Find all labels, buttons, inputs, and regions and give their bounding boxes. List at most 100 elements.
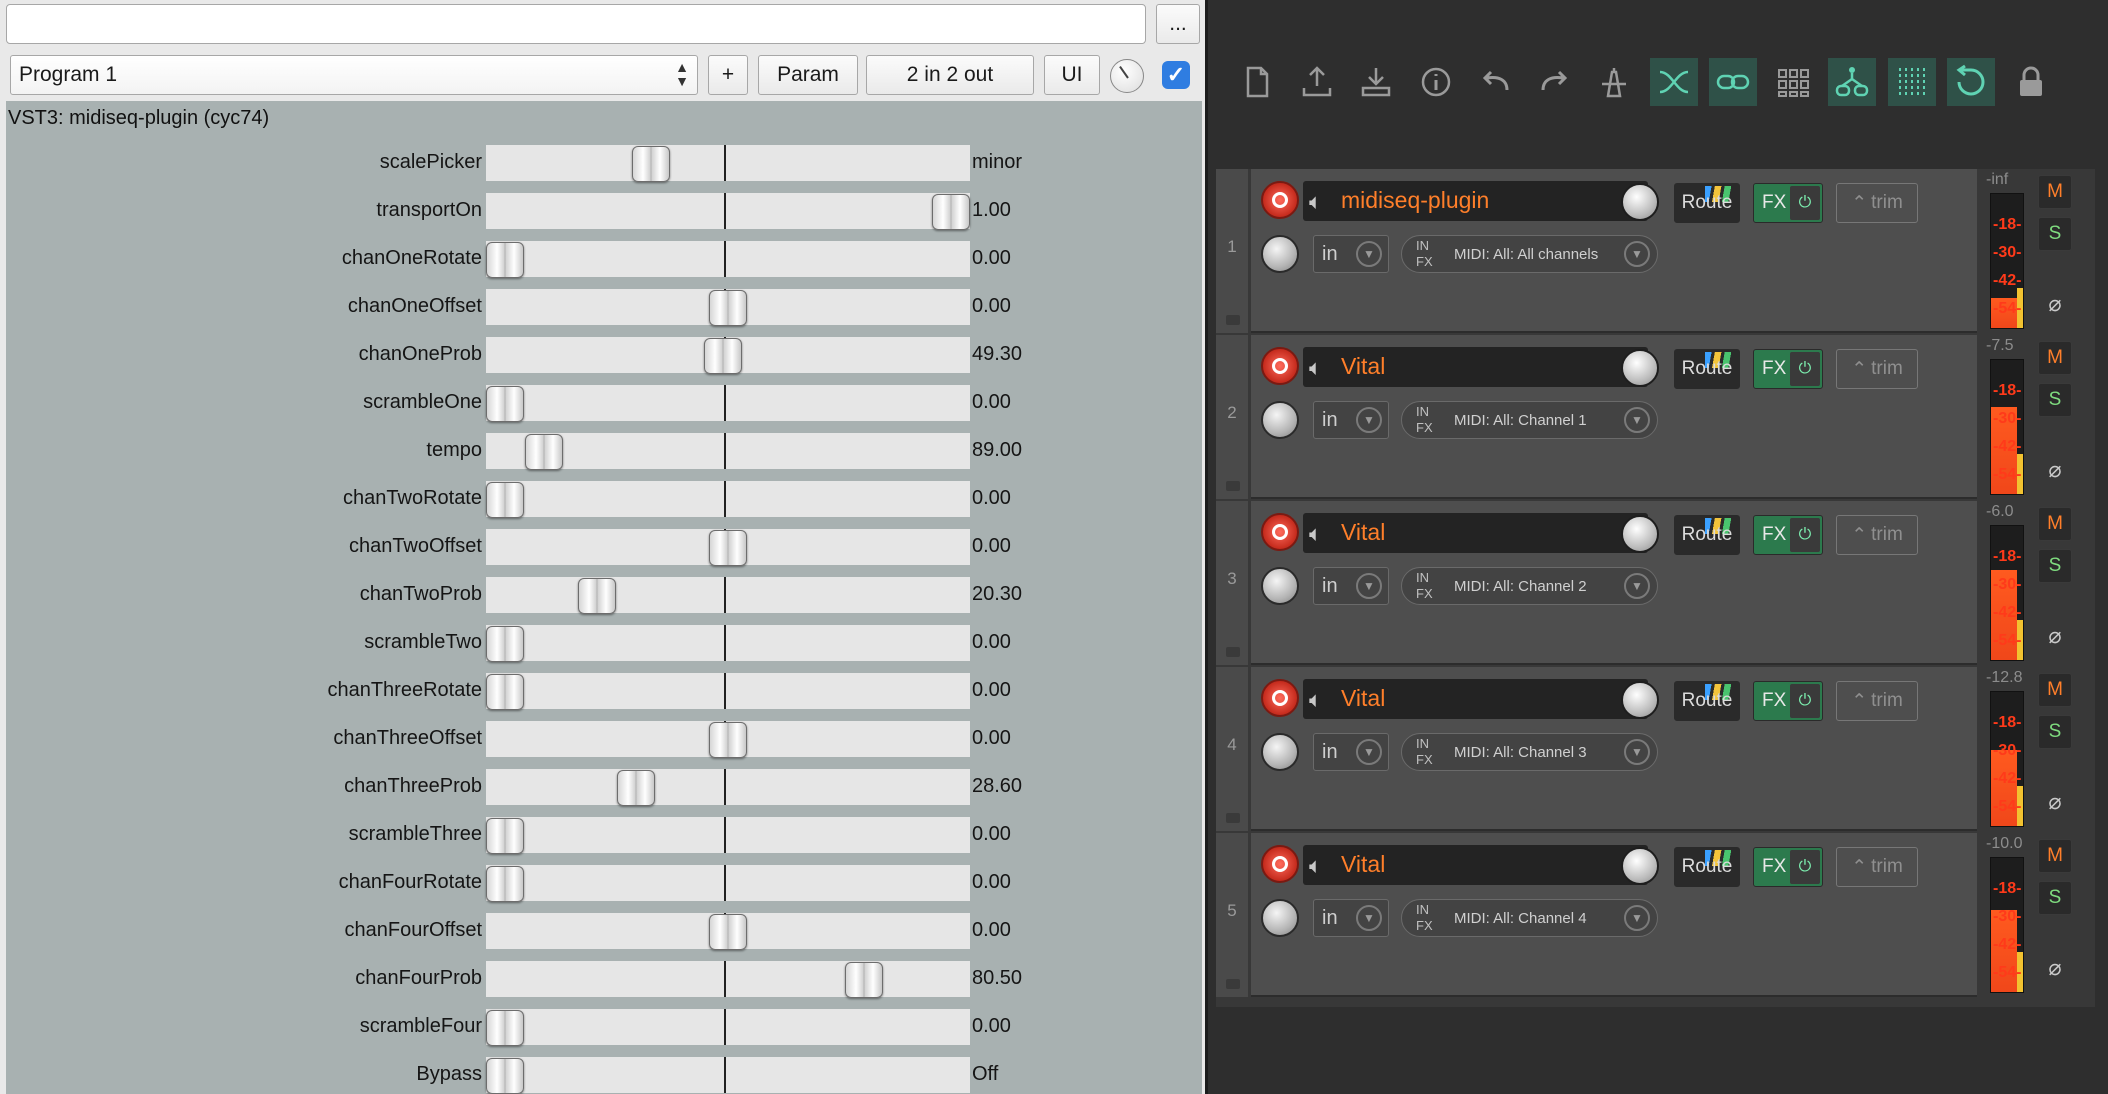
param-slider-handle[interactable]: [486, 1010, 525, 1046]
volume-knob[interactable]: [1621, 349, 1659, 387]
fx-power-icon[interactable]: ⏻︎: [1790, 352, 1820, 386]
param-slider-handle[interactable]: [486, 674, 525, 710]
speaker-icon[interactable]: 🔈︎: [1309, 189, 1322, 215]
folder-icon[interactable]: [1226, 481, 1240, 491]
routing-button[interactable]: [1828, 58, 1876, 106]
mute-button[interactable]: M: [2038, 507, 2072, 541]
midi-input-select[interactable]: IN FX MIDI: All: Channel 3 ▼: [1401, 733, 1658, 771]
fx-button[interactable]: FX ⏻︎: [1753, 847, 1823, 887]
param-slider[interactable]: [486, 817, 970, 854]
midi-input-select[interactable]: IN FX MIDI: All: Channel 4 ▼: [1401, 899, 1658, 937]
param-slider-handle[interactable]: [486, 242, 525, 278]
param-button[interactable]: Param: [758, 55, 858, 95]
param-slider[interactable]: [486, 529, 970, 566]
param-slider[interactable]: [486, 865, 970, 902]
folder-icon[interactable]: [1226, 315, 1240, 325]
param-slider[interactable]: [486, 673, 970, 710]
param-slider[interactable]: [486, 385, 970, 422]
io-config-button[interactable]: 2 in 2 out: [866, 55, 1034, 95]
fx-button[interactable]: FX ⏻︎: [1753, 349, 1823, 389]
info-button[interactable]: [1412, 58, 1460, 106]
record-arm-button[interactable]: [1261, 679, 1299, 717]
param-slider[interactable]: [486, 1057, 970, 1094]
pan-knob[interactable]: [1261, 899, 1299, 937]
mute-button[interactable]: M: [2038, 341, 2072, 375]
input-select[interactable]: in ▼: [1313, 567, 1389, 605]
level-meter[interactable]: -10.0 -18- -30- -42- -54-: [1982, 833, 2026, 997]
volume-knob[interactable]: [1621, 515, 1659, 553]
route-button[interactable]: Route: [1674, 847, 1740, 887]
track-name-field[interactable]: 🔈︎ Vital: [1303, 845, 1648, 885]
fx-power-icon[interactable]: ⏻︎: [1790, 186, 1820, 220]
midi-input-select[interactable]: IN FX MIDI: All: All channels ▼: [1401, 235, 1658, 273]
volume-knob[interactable]: [1621, 681, 1659, 719]
param-slider-handle[interactable]: [704, 338, 743, 374]
param-slider[interactable]: [486, 193, 970, 230]
crossfade-button[interactable]: [1649, 58, 1698, 106]
pan-knob[interactable]: [1261, 733, 1299, 771]
track-name-field[interactable]: 🔈︎ midiseq-plugin: [1303, 181, 1648, 221]
solo-button[interactable]: S: [2038, 881, 2072, 915]
track-row[interactable]: 1 🔈︎ midiseq-plugin Route FX ⏻︎ ⌃ trim in ▼ IN FX M…: [1216, 169, 2095, 335]
record-arm-button[interactable]: [1261, 181, 1299, 219]
param-slider-handle[interactable]: [709, 530, 747, 566]
metronome-button[interactable]: [1590, 58, 1638, 106]
redo-button[interactable]: [1531, 58, 1579, 106]
solo-button[interactable]: S: [2038, 217, 2072, 251]
param-slider-handle[interactable]: [486, 626, 525, 662]
level-meter[interactable]: -7.5 -18- -30- -42- -54-: [1982, 335, 2026, 499]
track-number-column[interactable]: 2: [1216, 335, 1248, 499]
trim-button[interactable]: ⌃ trim: [1836, 349, 1918, 389]
snap-grid-button[interactable]: [1887, 58, 1936, 106]
volume-knob[interactable]: [1621, 183, 1659, 221]
pan-knob[interactable]: [1261, 235, 1299, 273]
record-arm-button[interactable]: [1261, 513, 1299, 551]
track-row[interactable]: 4 🔈︎ Vital Route FX ⏻︎ ⌃ trim in ▼ IN FX MIDI: All:…: [1216, 667, 2095, 833]
undo-button[interactable]: [1471, 58, 1519, 106]
input-select[interactable]: in ▼: [1313, 401, 1389, 439]
input-select[interactable]: in ▼: [1313, 899, 1389, 937]
mute-button[interactable]: M: [2038, 175, 2072, 209]
midi-input-select[interactable]: IN FX MIDI: All: Channel 2 ▼: [1401, 567, 1658, 605]
route-button[interactable]: Route: [1674, 183, 1740, 223]
download-button[interactable]: [1352, 58, 1400, 106]
param-slider[interactable]: [486, 433, 970, 470]
folder-icon[interactable]: [1226, 979, 1240, 989]
param-slider[interactable]: [486, 961, 970, 998]
track-number-column[interactable]: 1: [1216, 169, 1248, 333]
speaker-icon[interactable]: 🔈︎: [1309, 355, 1322, 381]
fx-power-icon[interactable]: ⏻︎: [1790, 518, 1820, 552]
track-row[interactable]: 3 🔈︎ Vital Route FX ⏻︎ ⌃ trim in ▼ IN FX MIDI: All:…: [1216, 501, 2095, 667]
track-number-column[interactable]: 4: [1216, 667, 1248, 831]
solo-button[interactable]: S: [2038, 715, 2072, 749]
lock-button[interactable]: [2007, 58, 2055, 106]
param-slider[interactable]: [486, 721, 970, 758]
param-slider-handle[interactable]: [844, 962, 883, 998]
pan-knob[interactable]: [1261, 401, 1299, 439]
param-slider[interactable]: [486, 145, 970, 182]
ui-toggle-button[interactable]: UI: [1044, 55, 1100, 95]
param-slider[interactable]: [486, 913, 970, 950]
folder-icon[interactable]: [1226, 813, 1240, 823]
param-slider[interactable]: [486, 337, 970, 374]
new-file-button[interactable]: [1233, 58, 1281, 106]
param-slider-handle[interactable]: [486, 482, 525, 518]
trim-button[interactable]: ⌃ trim: [1836, 183, 1918, 223]
solo-button[interactable]: S: [2038, 549, 2072, 583]
input-select[interactable]: in ▼: [1313, 235, 1389, 273]
wet-knob[interactable]: [1110, 59, 1144, 93]
record-arm-button[interactable]: [1261, 347, 1299, 385]
pan-knob[interactable]: [1261, 567, 1299, 605]
param-slider-handle[interactable]: [631, 146, 670, 182]
param-slider[interactable]: [486, 481, 970, 518]
track-number-column[interactable]: 3: [1216, 501, 1248, 665]
folder-icon[interactable]: [1226, 647, 1240, 657]
param-slider[interactable]: [486, 241, 970, 278]
phase-invert-icon[interactable]: ⌀: [2038, 951, 2072, 985]
phase-invert-icon[interactable]: ⌀: [2038, 453, 2072, 487]
phase-invert-icon[interactable]: ⌀: [2038, 287, 2072, 321]
upload-button[interactable]: [1293, 58, 1341, 106]
speaker-icon[interactable]: 🔈︎: [1309, 853, 1322, 879]
param-slider-handle[interactable]: [578, 578, 617, 614]
route-button[interactable]: Route: [1674, 681, 1740, 721]
